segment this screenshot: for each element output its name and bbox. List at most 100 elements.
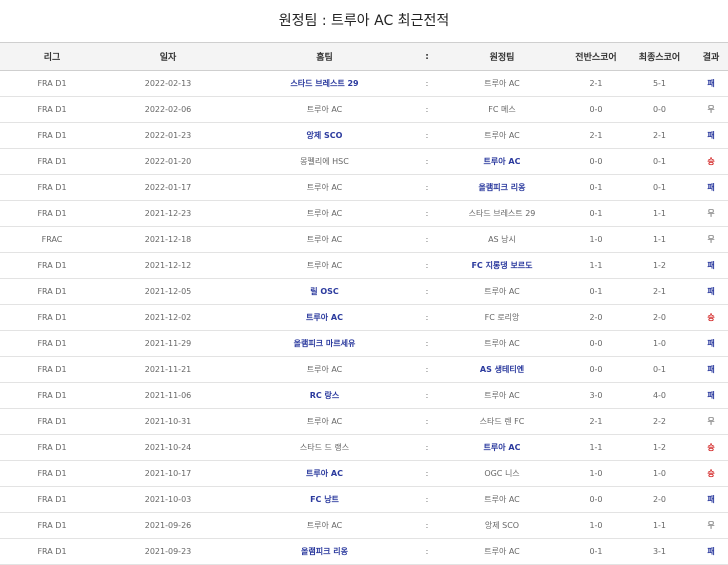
final-score-cell: 1-1	[625, 512, 694, 539]
half-time-score-cell: 1-1	[567, 252, 625, 279]
separator-cell: :	[417, 486, 437, 513]
table-row: FRA D1 2021-11-21 트루아 AC: AS 생테티엔 0-0 0-1 패	[0, 356, 728, 383]
away-team-cell: 올램피크 리옹	[437, 174, 567, 201]
away-team-cell: 트루아 AC	[437, 382, 567, 409]
half-time-score-cell: 0-0	[567, 148, 625, 175]
date-cell: 2021-12-12	[104, 252, 232, 279]
home-team-cell: 스타드 브레스트 29	[232, 70, 417, 97]
separator-cell: :	[417, 460, 437, 487]
half-time-score-cell: 2-1	[567, 408, 625, 435]
table-row: FRA D1 2022-01-23 앙제 SCO: 트루아 AC 2-1 2-1 패	[0, 122, 728, 149]
away-team-cell: FC 로리앙	[437, 304, 567, 331]
separator-cell: :	[417, 174, 437, 201]
league-cell: FRA D1	[0, 278, 104, 305]
separator-cell: :	[417, 122, 437, 149]
recent-matches-table: 리그 일자 홈팀 : 원정팀 전반스코어 최종스코어 결과 FRA D1 2022…	[0, 42, 728, 565]
final-score-cell: 1-1	[625, 226, 694, 253]
final-score-cell: 1-2	[625, 434, 694, 461]
table-row: FRA D1 2022-01-17 트루아 AC: 올램피크 리옹 0-1 0-1 패	[0, 174, 728, 201]
table-row: FRA D1 2022-02-06 트루아 AC: FC 메스 0-0 0-0 무	[0, 96, 728, 123]
result-cell: 패	[694, 330, 728, 357]
away-team-cell: FC 지롱댕 보르도	[437, 252, 567, 279]
separator-cell: :	[417, 200, 437, 227]
date-cell: 2021-11-29	[104, 330, 232, 357]
result-cell: 무	[694, 408, 728, 435]
table-row: FRAC 2021-12-18 트루아 AC: AS 낭시 1-0 1-1 무	[0, 226, 728, 253]
home-team-cell: 트루아 AC	[232, 252, 417, 279]
league-cell: FRA D1	[0, 148, 104, 175]
away-team-cell: OGC 니스	[437, 460, 567, 487]
date-cell: 2021-12-23	[104, 200, 232, 227]
away-team-cell: 트루아 AC	[437, 278, 567, 305]
away-team-cell: FC 메스	[437, 96, 567, 123]
date-cell: 2021-12-18	[104, 226, 232, 253]
final-score-cell: 2-2	[625, 408, 694, 435]
half-time-score-cell: 0-0	[567, 356, 625, 383]
header-league: 리그	[0, 42, 104, 71]
half-time-score-cell: 0-1	[567, 278, 625, 305]
league-cell: FRA D1	[0, 460, 104, 487]
header-separator: :	[417, 42, 437, 71]
away-team-cell: 트루아 AC	[437, 148, 567, 175]
separator-cell: :	[417, 382, 437, 409]
separator-cell: :	[417, 512, 437, 539]
half-time-score-cell: 2-1	[567, 122, 625, 149]
away-team-cell: 스타드 렌 FC	[437, 408, 567, 435]
final-score-cell: 0-1	[625, 174, 694, 201]
final-score-cell: 0-1	[625, 148, 694, 175]
home-team-cell: 트루아 AC	[232, 96, 417, 123]
home-team-cell: 트루아 AC	[232, 460, 417, 487]
league-cell: FRA D1	[0, 174, 104, 201]
separator-cell: :	[417, 278, 437, 305]
home-team-cell: FC 낭트	[232, 486, 417, 513]
final-score-cell: 1-0	[625, 330, 694, 357]
table-row: FRA D1 2021-12-05 릴 OSC: 트루아 AC 0-1 2-1 패	[0, 278, 728, 305]
league-cell: FRAC	[0, 226, 104, 253]
away-team-cell: 스타드 브레스트 29	[437, 200, 567, 227]
result-cell: 무	[694, 96, 728, 123]
half-time-score-cell: 0-0	[567, 96, 625, 123]
half-time-score-cell: 2-0	[567, 304, 625, 331]
table-row: FRA D1 2021-12-02 트루아 AC: FC 로리앙 2-0 2-0 승	[0, 304, 728, 331]
result-cell: 패	[694, 252, 728, 279]
date-cell: 2021-11-06	[104, 382, 232, 409]
table-row: FRA D1 2021-12-23 트루아 AC: 스타드 브레스트 29 0-1 1-1…	[0, 200, 728, 227]
final-score-cell: 2-1	[625, 278, 694, 305]
separator-cell: :	[417, 356, 437, 383]
final-score-cell: 2-0	[625, 486, 694, 513]
date-cell: 2021-12-02	[104, 304, 232, 331]
half-time-score-cell: 0-0	[567, 486, 625, 513]
league-cell: FRA D1	[0, 434, 104, 461]
away-team-cell: 트루아 AC	[437, 70, 567, 97]
separator-cell: :	[417, 434, 437, 461]
page-title: 원정팀 : 트루아 AC 최근전적	[278, 13, 450, 29]
result-cell: 패	[694, 122, 728, 149]
league-cell: FRA D1	[0, 70, 104, 97]
home-team-cell: 트루아 AC	[232, 226, 417, 253]
table-row: FRA D1 2021-11-06 RC 랑스: 트루아 AC 3-0 4-0 패	[0, 382, 728, 409]
league-cell: FRA D1	[0, 382, 104, 409]
date-cell: 2022-01-20	[104, 148, 232, 175]
final-score-cell: 1-2	[625, 252, 694, 279]
result-cell: 승	[694, 434, 728, 461]
home-team-cell: 트루아 AC	[232, 174, 417, 201]
away-team-cell: 앙제 SCO	[437, 512, 567, 539]
result-cell: 패	[694, 174, 728, 201]
separator-cell: :	[417, 252, 437, 279]
separator-cell: :	[417, 226, 437, 253]
away-team-cell: AS 낭시	[437, 226, 567, 253]
date-cell: 2021-10-17	[104, 460, 232, 487]
table-row: FRA D1 2021-10-17 트루아 AC: OGC 니스 1-0 1-0 승	[0, 460, 728, 487]
away-team-cell: 트루아 AC	[437, 122, 567, 149]
half-time-score-cell: 2-1	[567, 70, 625, 97]
table-row: FRA D1 2021-10-31 트루아 AC: 스타드 렌 FC 2-1 2-2 무	[0, 408, 728, 435]
header-half-time-score: 전반스코어	[567, 42, 625, 71]
table-row: FRA D1 2021-11-29 올램피크 마르세유: 트루아 AC 0-0 1-0 패	[0, 330, 728, 357]
home-team-cell: 릴 OSC	[232, 278, 417, 305]
separator-cell: :	[417, 70, 437, 97]
table-row: FRA D1 2021-10-03 FC 낭트: 트루아 AC 0-0 2-0 패	[0, 486, 728, 513]
half-time-score-cell: 3-0	[567, 382, 625, 409]
date-cell: 2022-01-17	[104, 174, 232, 201]
final-score-cell: 4-0	[625, 382, 694, 409]
league-cell: FRA D1	[0, 252, 104, 279]
